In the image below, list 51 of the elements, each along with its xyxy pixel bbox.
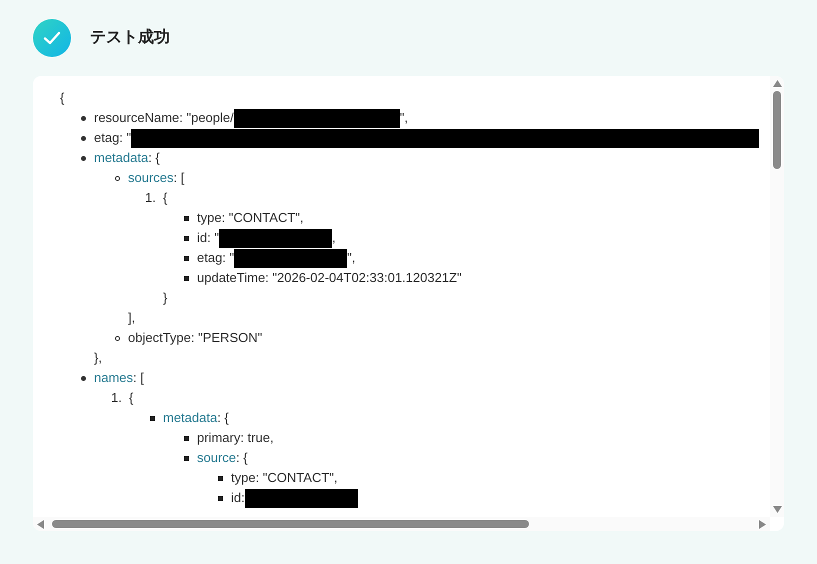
- bullet-icon: [81, 376, 86, 380]
- scrollbar-thumb[interactable]: [52, 520, 529, 528]
- bullet-icon: [81, 156, 86, 160]
- bullet-icon: [184, 276, 189, 280]
- bullet-icon: [81, 116, 86, 120]
- json-text: etag: ": [94, 129, 132, 147]
- json-text: ",: [347, 249, 356, 267]
- bullet-icon: [218, 476, 223, 480]
- bullet-icon: [184, 256, 189, 260]
- json-text: sources: [: [128, 169, 184, 187]
- bullet-icon: [184, 436, 189, 440]
- scroll-up-icon[interactable]: [772, 80, 782, 87]
- bullet-icon: [81, 136, 86, 140]
- json-text: {: [163, 189, 168, 207]
- json-text: {: [60, 90, 64, 105]
- json-text: type: "CONTACT",: [197, 209, 304, 227]
- json-text: metadata: {: [163, 409, 229, 427]
- json-text: {: [129, 389, 134, 407]
- json-text: id: ": [197, 229, 219, 247]
- json-text: names: [: [94, 369, 144, 387]
- check-circle-icon: [33, 19, 71, 57]
- page-title: テスト成功: [90, 28, 170, 48]
- json-text: },: [94, 350, 102, 365]
- bullet-icon: [218, 496, 223, 500]
- json-text: ",: [400, 109, 408, 127]
- scroll-right-icon[interactable]: [759, 520, 766, 528]
- json-text: resourceName: "people/: [94, 109, 234, 127]
- bullet-icon: [150, 416, 155, 420]
- json-text: updateTime: "2026-02-04T02:33:01.120321Z": [197, 269, 462, 287]
- bullet-icon: [115, 176, 120, 180]
- json-text: }: [163, 290, 168, 305]
- bullet-icon: [115, 336, 120, 340]
- json-text: ],: [128, 310, 136, 325]
- bullet-icon: [184, 236, 189, 240]
- horizontal-scrollbar[interactable]: [33, 517, 770, 531]
- scroll-left-icon[interactable]: [37, 520, 44, 528]
- scrollbar-thumb[interactable]: [773, 91, 781, 169]
- json-text: id:: [231, 489, 245, 507]
- json-text: metadata: {: [94, 149, 160, 167]
- bullet-icon: [184, 456, 189, 460]
- scroll-down-icon[interactable]: [772, 506, 782, 513]
- list-number: 1.: [111, 389, 122, 407]
- json-text: ,: [332, 229, 336, 247]
- json-text: primary: true,: [197, 429, 274, 447]
- json-text: type: "CONTACT",: [231, 469, 338, 487]
- list-number: 1.: [145, 189, 156, 207]
- json-text: objectType: "PERSON": [128, 329, 262, 347]
- json-text: source: {: [197, 449, 248, 467]
- json-text: etag: ": [197, 249, 234, 267]
- vertical-scrollbar[interactable]: [770, 76, 784, 517]
- bullet-icon: [184, 216, 189, 220]
